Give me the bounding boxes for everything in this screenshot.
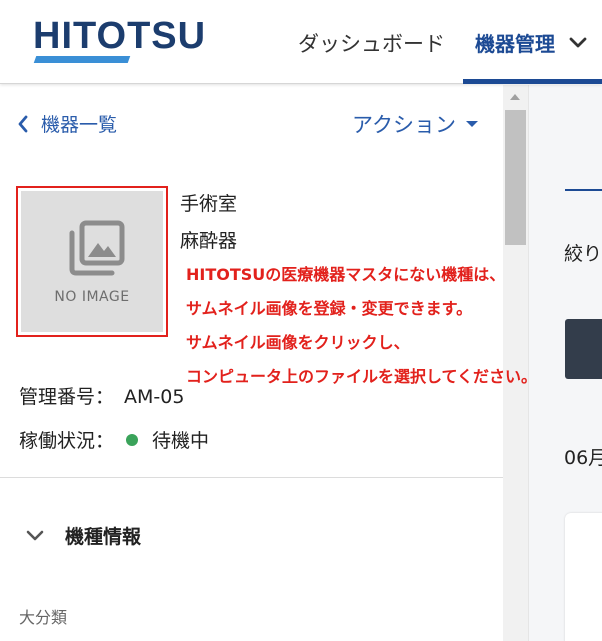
- status-dot-icon: [126, 433, 139, 446]
- management-number-value: AM-05: [124, 386, 185, 408]
- device-thumbnail[interactable]: NO IMAGE: [16, 186, 168, 337]
- device-room: 手術室: [180, 193, 238, 215]
- no-image-label: NO IMAGE: [54, 289, 130, 305]
- device-category: 麻酔器: [180, 230, 238, 252]
- instruction-annotation: HITOTSUの医療機器マスタにない機種は、 サムネイル画像を登録・変更できます…: [186, 258, 586, 394]
- chevron-left-icon: [18, 115, 28, 132]
- status-value: 待機中: [152, 430, 210, 452]
- nav-device-management[interactable]: 機器管理: [475, 28, 555, 57]
- action-menu-label: アクション: [352, 113, 456, 137]
- caret-down-icon: [465, 121, 478, 127]
- thumbnail-placeholder: NO IMAGE: [21, 191, 163, 332]
- month-label: 06月: [564, 447, 602, 469]
- annotation-line: コンピュータ上のファイルを選択してください。: [186, 367, 538, 386]
- app-header: HITOTSU ダッシュボード 機器管理: [0, 0, 602, 84]
- scrollbar-thumb[interactable]: [505, 110, 526, 245]
- annotation-line: サムネイル画像を登録・変更できます。: [186, 299, 473, 318]
- chevron-down-icon[interactable]: [568, 36, 588, 50]
- major-category-label: 大分類: [19, 608, 68, 627]
- active-nav-indicator: [463, 79, 602, 84]
- back-link-label: 機器一覧: [41, 114, 118, 136]
- status-label: 稼働状況：: [19, 430, 115, 452]
- logo-underline: [33, 56, 131, 63]
- management-number-label: 管理番号：: [19, 386, 115, 408]
- annotation-line: HITOTSUの医療機器マスタにない機種は、: [186, 265, 506, 284]
- nav-dashboard[interactable]: ダッシュボード: [298, 28, 445, 58]
- section-divider: [0, 477, 503, 478]
- scroll-up-arrow-icon[interactable]: [509, 93, 521, 101]
- hitotsu-logo[interactable]: HITOTSU: [33, 14, 207, 66]
- management-number-row: 管理番号： AM-05: [19, 382, 184, 409]
- logo-text: HITOTSU: [33, 15, 207, 57]
- tab-underline: [565, 189, 602, 191]
- section-title: 機種情報: [65, 526, 142, 548]
- content-card: [565, 513, 602, 641]
- action-menu-button[interactable]: アクション: [352, 109, 479, 139]
- image-placeholder-icon: [69, 220, 125, 276]
- chevron-down-icon: [26, 530, 44, 540]
- back-to-device-list-link[interactable]: 機器一覧: [17, 110, 117, 137]
- operation-status-row: 稼働状況： 待機中: [19, 426, 209, 453]
- model-info-section-toggle[interactable]: 機種情報: [25, 522, 141, 549]
- annotation-line: サムネイル画像をクリックし、: [186, 333, 410, 352]
